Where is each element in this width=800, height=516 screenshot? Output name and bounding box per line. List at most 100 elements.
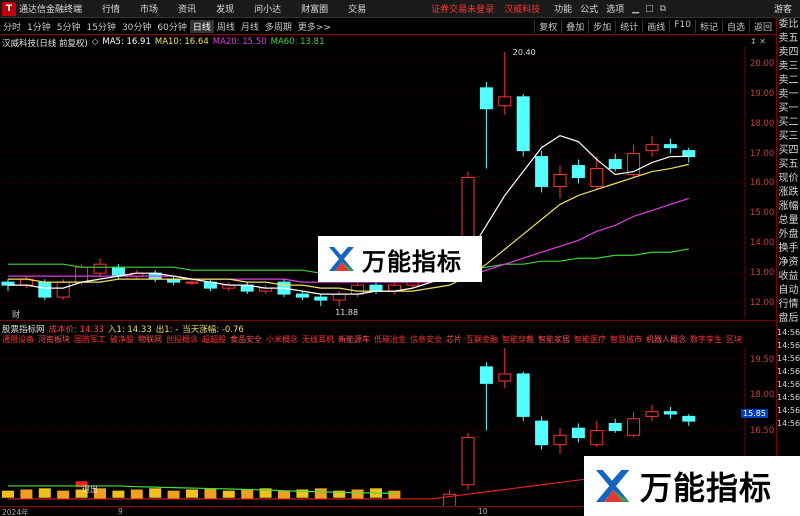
candle[interactable]	[56, 281, 70, 298]
candle[interactable]	[516, 96, 530, 152]
candle[interactable]	[553, 174, 567, 187]
sidebar-item[interactable]: 行情	[777, 298, 800, 312]
back-button[interactable]: 返回	[748, 19, 776, 33]
sidebar-item[interactable]: 14:56	[777, 417, 800, 430]
login-notice[interactable]: 证券交易未登录	[431, 2, 494, 15]
stats-button[interactable]: 统计	[615, 19, 642, 33]
sector-tag[interactable]: 创投概念	[166, 334, 198, 347]
indicator-candle[interactable]	[627, 418, 641, 436]
sector-tag[interactable]: 智能家居	[538, 334, 570, 347]
sector-tag[interactable]: 芯片	[446, 334, 462, 347]
period-more[interactable]: 更多>>	[295, 20, 334, 33]
sector-tag[interactable]: 物联网	[138, 334, 162, 347]
candle[interactable]	[38, 281, 52, 298]
indicator-candle[interactable]	[571, 427, 585, 439]
menu-item-discover[interactable]: 发现	[216, 2, 234, 15]
menu-item-function[interactable]: 功能	[554, 2, 572, 15]
overlay-button[interactable]: 叠加	[561, 19, 588, 33]
period-week[interactable]: 周线	[214, 20, 238, 33]
sector-tag[interactable]: 破净股	[110, 334, 134, 347]
sector-tag[interactable]: 数字孪生	[690, 334, 722, 347]
sidebar-item[interactable]: 涨跌	[777, 186, 800, 200]
candle[interactable]	[461, 177, 475, 238]
minimize-icon[interactable]: ▁	[632, 4, 639, 14]
candle[interactable]	[332, 293, 346, 301]
step-add-button[interactable]: 步加	[588, 19, 615, 33]
sidebar-item[interactable]: 14:56	[777, 404, 800, 417]
sidebar-item[interactable]: 涨幅	[777, 200, 800, 214]
sector-tag[interactable]: 智慧城市	[610, 334, 642, 347]
sidebar-item[interactable]: 现价	[777, 172, 800, 186]
indicator-candle[interactable]	[535, 420, 549, 446]
candle[interactable]	[590, 168, 604, 187]
sidebar-item[interactable]: 换手	[777, 242, 800, 256]
sector-tag[interactable]: 国防军工	[74, 334, 106, 347]
period-minute[interactable]: 分时	[0, 20, 24, 33]
candle[interactable]	[111, 266, 125, 277]
candle[interactable]	[185, 281, 199, 284]
sector-tag[interactable]: 新能源车	[338, 334, 370, 347]
mark-button[interactable]: 标记	[694, 19, 722, 33]
candle[interactable]	[535, 156, 549, 187]
sidebar-item[interactable]: 买二	[777, 116, 800, 130]
sidebar-item[interactable]: 买五	[777, 158, 800, 172]
sidebar-item[interactable]: 卖三	[777, 60, 800, 74]
period-month[interactable]: 月线	[238, 20, 262, 33]
candle[interactable]	[608, 159, 622, 170]
financial-mark[interactable]: 财	[12, 309, 20, 320]
sidebar-item[interactable]: 外盘	[777, 228, 800, 242]
period-1min[interactable]: 1分钟	[24, 20, 54, 33]
candle[interactable]	[369, 284, 383, 292]
period-5min[interactable]: 5分钟	[54, 20, 84, 33]
sidebar-item[interactable]: 买一	[777, 102, 800, 116]
maximize-icon[interactable]: □	[645, 4, 654, 14]
candle[interactable]	[571, 165, 585, 179]
sidebar-item[interactable]: 收益	[777, 270, 800, 284]
menu-item-market[interactable]: 市场	[140, 2, 158, 15]
candle[interactable]	[93, 263, 107, 274]
indicator-candle[interactable]	[682, 415, 696, 422]
indicator-candle[interactable]	[663, 411, 677, 415]
sidebar-item[interactable]: 盘后	[777, 312, 800, 326]
indicator-candle[interactable]	[498, 373, 512, 382]
period-60min[interactable]: 60分钟	[154, 20, 189, 33]
sector-tag[interactable]: 无线耳机	[302, 334, 334, 347]
sidebar-item[interactable]: 14:56	[777, 339, 800, 352]
sidebar-item[interactable]: 14:56	[777, 352, 800, 365]
menu-item-news[interactable]: 资讯	[178, 2, 196, 15]
indicator-candle[interactable]	[516, 373, 530, 417]
menu-item-options[interactable]: 选项	[606, 2, 624, 15]
sector-tag[interactable]: 机器人概念	[646, 334, 686, 347]
candle[interactable]	[351, 284, 365, 295]
sidebar-item[interactable]: 委比	[777, 18, 800, 32]
chart-close-icons[interactable]: ↕ ✕	[750, 37, 766, 46]
candle[interactable]	[498, 96, 512, 107]
candle[interactable]	[479, 87, 493, 110]
sector-tag[interactable]: 河南板块	[38, 334, 70, 347]
sidebar-item[interactable]: 卖五	[777, 32, 800, 46]
candle[interactable]	[663, 144, 677, 149]
sidebar-item[interactable]: 自动	[777, 284, 800, 298]
sidebar-item[interactable]: 卖二	[777, 74, 800, 88]
sidebar-item[interactable]: 14:56	[777, 378, 800, 391]
candle[interactable]	[295, 293, 309, 298]
period-15min[interactable]: 15分钟	[83, 20, 118, 33]
sector-tag[interactable]: 信息安全	[410, 334, 442, 347]
sector-tag[interactable]: 智能穿戴	[502, 334, 534, 347]
sidebar-item[interactable]: 买四	[777, 144, 800, 158]
indicator-candle[interactable]	[590, 430, 604, 446]
period-30min[interactable]: 30分钟	[119, 20, 154, 33]
sidebar-item[interactable]: 卖一	[777, 88, 800, 102]
menu-item-formula[interactable]: 公式	[580, 2, 598, 15]
sidebar-item[interactable]: 14:56	[777, 365, 800, 378]
sector-tag[interactable]: 通用设备	[2, 334, 34, 347]
adjust-button[interactable]: 复权	[534, 19, 561, 33]
candle[interactable]	[645, 144, 659, 152]
sidebar-item[interactable]: 14:56	[777, 391, 800, 404]
sector-tag[interactable]: 互联金融	[466, 334, 498, 347]
candle[interactable]	[682, 150, 696, 158]
sector-tag[interactable]: 低碳冶金	[374, 334, 406, 347]
sidebar-item[interactable]: 总量	[777, 214, 800, 228]
sector-tag[interactable]: 食品安全	[230, 334, 262, 347]
menu-item-trade[interactable]: 交易	[348, 2, 366, 15]
